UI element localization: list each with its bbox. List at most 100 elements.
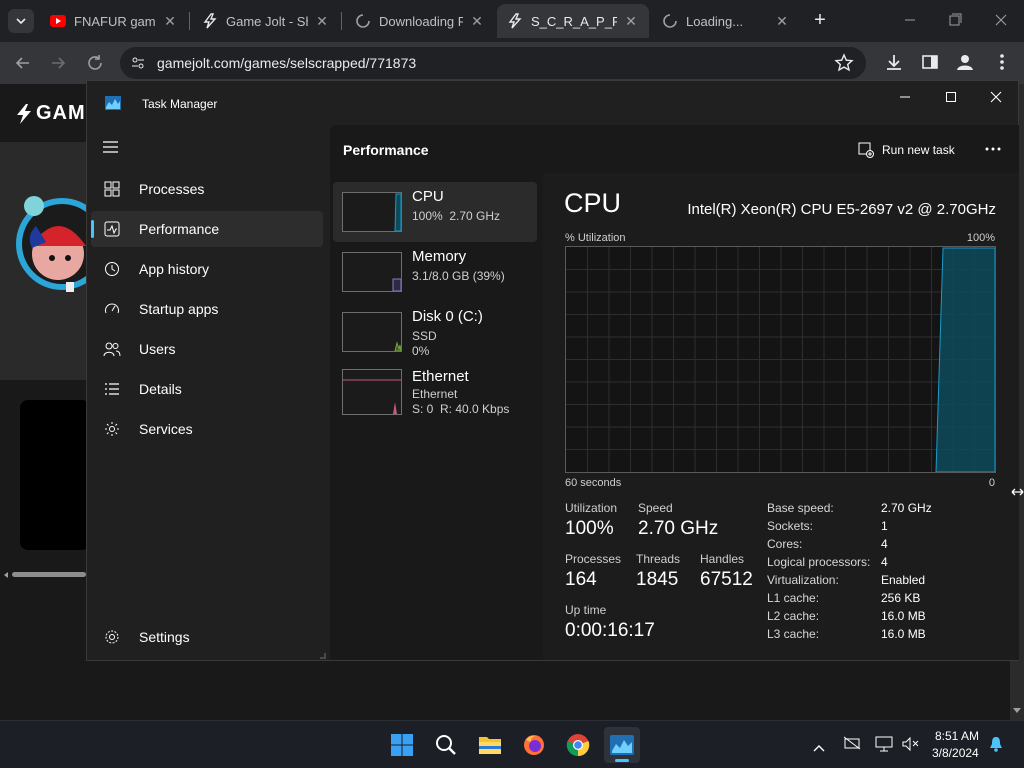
downloads-button[interactable] <box>884 52 904 77</box>
perf-item-ethernet[interactable]: Ethernet Ethernet S: 0 R: 40.0 Kbps <box>333 362 537 422</box>
taskbar-file-explorer[interactable] <box>472 727 508 763</box>
resize-cursor-icon <box>1011 484 1024 502</box>
perf-item-name: Memory <box>412 248 467 265</box>
clock-time[interactable]: 8:51 AM <box>935 729 979 743</box>
memory-mini-graph <box>342 252 402 292</box>
new-tab-button[interactable]: + <box>808 8 832 32</box>
graph-y-label: % Utilization <box>565 232 626 244</box>
page-title: Performance <box>343 142 429 158</box>
close-tab-icon[interactable]: ✕ <box>623 13 639 30</box>
forward-button[interactable] <box>47 52 69 74</box>
more-options-icon[interactable] <box>984 140 1002 163</box>
close-tab-icon[interactable]: ✕ <box>469 13 485 30</box>
spec-key: Cores: <box>767 537 803 551</box>
nav-details[interactable]: Details <box>91 371 323 407</box>
stat-speed-label: Speed <box>638 501 673 515</box>
arrow-right-icon <box>52 57 66 69</box>
chevron-down-icon <box>16 18 26 24</box>
perf-item-memory[interactable]: Memory 3.1/8.0 GB (39%) <box>333 242 537 302</box>
horizontal-scrollbar[interactable] <box>0 570 86 578</box>
performance-chart-icon <box>102 219 122 239</box>
site-info-icon[interactable] <box>130 55 146 76</box>
display-icon[interactable] <box>875 736 893 757</box>
reload-icon <box>88 55 102 70</box>
show-hidden-icons-chevron[interactable] <box>813 739 825 757</box>
back-button[interactable] <box>12 52 34 74</box>
cpu-model: Intel(R) Xeon(R) CPU E5-2697 v2 @ 2.70GH… <box>687 201 996 218</box>
gamejolt-bolt-icon <box>17 103 31 124</box>
network-disconnected-icon[interactable] <box>843 736 861 755</box>
address-bar[interactable]: gamejolt.com/games/selscrapped/771873 <box>120 47 866 79</box>
browser-tab-2[interactable]: Downloading F ✕ <box>345 4 495 38</box>
taskbar-chrome[interactable] <box>560 727 596 763</box>
spec-value: Enabled <box>881 573 926 587</box>
close-tab-icon[interactable]: ✕ <box>774 13 790 30</box>
url-text: gamejolt.com/games/selscrapped/771873 <box>157 55 417 71</box>
browser-tab-1[interactable]: Game Jolt - Sha ✕ <box>192 4 340 38</box>
cpu-specs-table: Base speed: 2.70 GHz Sockets: 1 Cores: 4… <box>767 501 1007 651</box>
nav-services[interactable]: Services <box>91 411 323 447</box>
reload-button[interactable] <box>84 52 106 74</box>
tm-minimize-button[interactable] <box>893 85 917 109</box>
loading-spinner-icon <box>355 13 371 29</box>
perf-item-sub: SSD <box>412 329 437 343</box>
volume-muted-icon[interactable] <box>901 736 919 757</box>
browser-tab-0[interactable]: FNAFUR game ✕ <box>40 4 188 38</box>
task-manager-titlebar[interactable]: Task Manager <box>87 81 1018 125</box>
nav-settings[interactable]: Settings <box>91 619 323 655</box>
game-thumbnail[interactable] <box>20 400 90 550</box>
taskbar-task-manager[interactable] <box>604 727 640 763</box>
task-manager-title: Task Manager <box>142 97 218 111</box>
nav-label: Processes <box>139 181 205 197</box>
stat-speed-value: 2.70 GHz <box>638 518 719 539</box>
taskbar-search-button[interactable] <box>428 727 464 763</box>
perf-item-name: Ethernet <box>412 368 469 385</box>
taskbar-firefox[interactable] <box>516 727 552 763</box>
side-panel-button[interactable] <box>920 52 940 77</box>
file-explorer-icon <box>479 737 501 754</box>
resize-grip[interactable] <box>320 653 326 659</box>
browser-tab-4[interactable]: Loading... ✕ <box>652 4 800 38</box>
logo-text: GAM <box>36 102 86 124</box>
tab-title: FNAFUR game <box>74 13 156 29</box>
spec-key: L2 cache: <box>767 609 820 623</box>
nav-startup-apps[interactable]: Startup apps <box>91 291 323 327</box>
tab-search-dropdown[interactable] <box>8 9 34 33</box>
stat-uptime-label: Up time <box>565 603 607 617</box>
task-manager-app-icon <box>105 96 121 115</box>
profile-button[interactable] <box>955 52 975 77</box>
nav-processes[interactable]: Processes <box>91 171 323 207</box>
perf-item-name: Disk 0 (C:) <box>412 308 483 325</box>
gamejolt-logo[interactable]: GAM <box>14 102 86 125</box>
tab-title: Downloading F <box>379 13 463 29</box>
perf-item-sub: 100% 2.70 GHz <box>412 209 501 223</box>
history-clock-icon <box>102 259 122 279</box>
close-tab-icon[interactable]: ✕ <box>314 13 330 30</box>
stat-processes-label: Processes <box>565 552 622 566</box>
browser-menu-button[interactable] <box>992 52 1012 77</box>
nav-users[interactable]: Users <box>91 331 323 367</box>
cpu-mini-graph <box>342 192 402 232</box>
notification-bell-icon[interactable] <box>989 736 1003 757</box>
start-button[interactable] <box>384 727 420 763</box>
tab-divider <box>341 12 342 30</box>
stat-processes-value: 164 <box>565 569 597 590</box>
browser-tab-3[interactable]: S_C_R_A_P_P_E_ ✕ <box>497 4 649 38</box>
nav-app-history[interactable]: App history <box>91 251 323 287</box>
run-new-task-button[interactable]: Run new task <box>858 139 955 161</box>
window-restore-button[interactable] <box>941 8 969 32</box>
spec-value: 2.70 GHz <box>881 501 932 515</box>
spec-value: 1 <box>881 519 888 533</box>
perf-item-cpu[interactable]: CPU 100% 2.70 GHz <box>333 182 537 242</box>
perf-item-sub: Ethernet <box>412 387 458 401</box>
tm-close-button[interactable] <box>984 85 1008 109</box>
bookmark-star-icon[interactable] <box>834 53 854 78</box>
tm-maximize-button[interactable] <box>939 85 963 109</box>
clock-date[interactable]: 3/8/2024 <box>932 746 979 760</box>
perf-item-disk[interactable]: Disk 0 (C:) SSD 0% <box>333 302 537 362</box>
window-close-button[interactable] <box>987 8 1015 32</box>
hamburger-menu-icon[interactable] <box>102 140 120 159</box>
close-tab-icon[interactable]: ✕ <box>162 13 178 30</box>
window-minimize-button[interactable] <box>896 8 924 32</box>
nav-performance[interactable]: Performance <box>91 211 323 247</box>
